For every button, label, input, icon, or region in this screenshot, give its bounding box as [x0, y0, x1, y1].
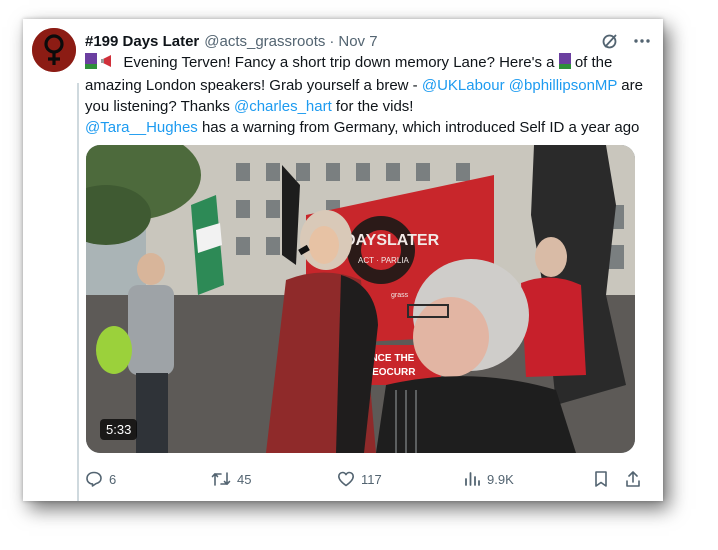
- avatar[interactable]: [32, 28, 76, 72]
- author-handle[interactable]: @acts_grassroots: [204, 33, 325, 50]
- grok-icon[interactable]: [601, 32, 619, 50]
- repost-count: 45: [237, 471, 252, 487]
- thread-line: [77, 83, 79, 501]
- like-button[interactable]: 117: [337, 468, 382, 490]
- repost-button[interactable]: 45: [211, 468, 251, 490]
- text-line-3: you listening? Thanks @charles_hart for …: [85, 98, 414, 115]
- mention-uklabour[interactable]: @UKLabour: [422, 77, 505, 94]
- reply-count: 6: [109, 471, 117, 487]
- share-icon: [626, 471, 640, 487]
- banner-subtext: ACT · PARLIA: [358, 256, 409, 265]
- venus-icon: [32, 28, 76, 72]
- video-player[interactable]: DAYSLATER ACT · PARLIA grass SINCE THE I…: [86, 145, 635, 453]
- banner-small-label: grass: [391, 292, 409, 299]
- like-icon: [338, 471, 354, 487]
- repost-icon: [211, 472, 231, 486]
- bookmark-icon: [595, 471, 607, 487]
- tweet-card[interactable]: #199 Days Later @acts_grassroots · Nov 7…: [23, 19, 663, 501]
- text-line-1: Evening Terven! Fancy a short trip down …: [85, 52, 655, 75]
- tweet-header: #199 Days Later @acts_grassroots · Nov 7: [85, 30, 651, 52]
- separator: ·: [329, 32, 335, 50]
- views-button[interactable]: 9.9K: [463, 468, 514, 490]
- reply-icon: [86, 471, 102, 487]
- action-bar: 6 45 117 9.9K: [85, 468, 645, 490]
- like-count: 117: [361, 471, 382, 487]
- mention-charles-hart[interactable]: @charles_hart: [234, 98, 332, 115]
- banner-text: DAYSLATER: [344, 232, 440, 249]
- tweet-date[interactable]: Nov 7: [338, 33, 377, 50]
- view-count: 9.9K: [487, 471, 514, 487]
- more-icon[interactable]: [633, 32, 651, 50]
- mention-bphillipsonmp[interactable]: @bphillipsonMP: [509, 77, 617, 94]
- author-name[interactable]: #199 Days Later: [85, 33, 199, 50]
- megaphone-emoji: [101, 53, 119, 75]
- reply-button[interactable]: 6: [85, 468, 116, 490]
- bookmark-button[interactable]: [592, 468, 610, 490]
- video-duration: 5:33: [100, 419, 138, 440]
- share-button[interactable]: [624, 468, 642, 490]
- purple-flag-emoji: [85, 53, 97, 75]
- text-line-4: @Tara__Hughes has a warning from Germany…: [85, 119, 640, 136]
- tweet-text: Evening Terven! Fancy a short trip down …: [85, 52, 655, 138]
- views-icon: [465, 472, 480, 486]
- text-line-2: amazing London speakers! Grab yourself a…: [85, 77, 643, 94]
- purple-flag-emoji: [558, 53, 571, 75]
- video-frame: DAYSLATER ACT · PARLIA grass SINCE THE I…: [86, 145, 635, 453]
- mention-tara-hughes[interactable]: @Tara__Hughes: [85, 119, 198, 136]
